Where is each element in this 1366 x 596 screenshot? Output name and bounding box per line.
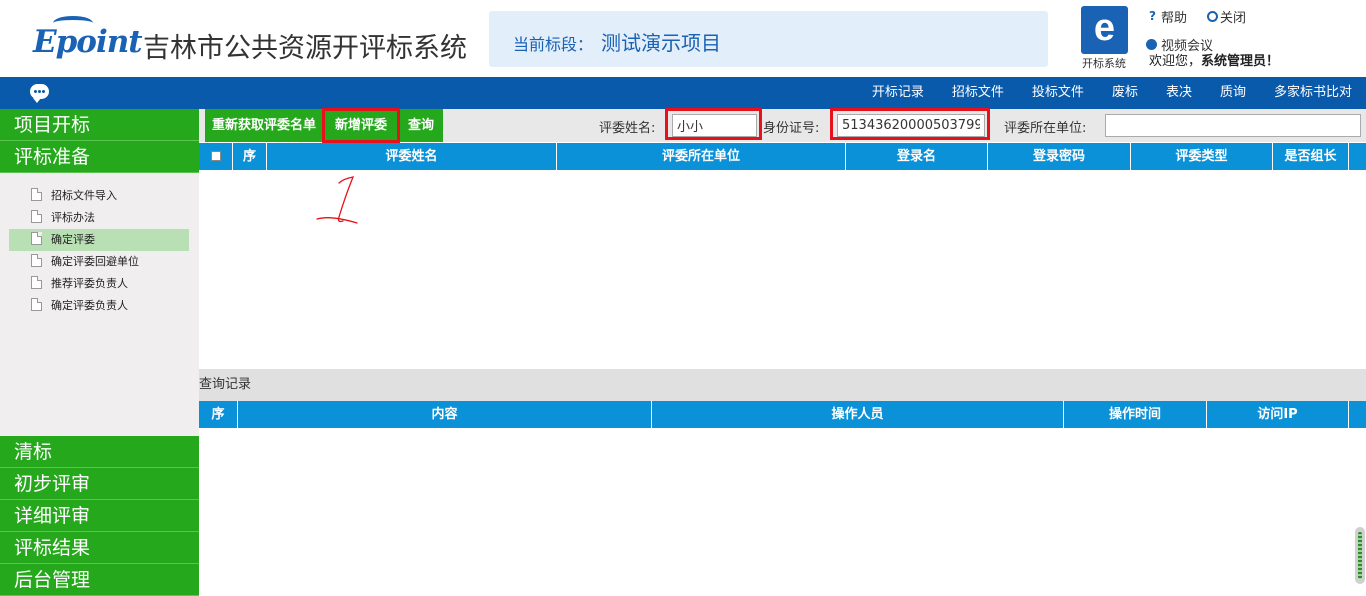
col-spacer (1349, 143, 1366, 170)
app-header: Epoint 吉林市公共资源开评标系统 当前标段： 测试演示项目 e 开标系统 … (0, 0, 1366, 77)
query-records-title: 查询记录 (199, 369, 1366, 401)
chat-icon[interactable] (30, 84, 49, 103)
sidebar-item-avoid-units[interactable]: 确定评委回避单位 (9, 251, 189, 273)
sidebar-item-import-tender-docs[interactable]: 招标文件导入 (9, 185, 189, 207)
select-all-cell (199, 143, 233, 170)
refetch-experts-button[interactable]: 重新获取评委名单 (205, 109, 323, 142)
qr-col-spacer (1349, 401, 1366, 428)
stage-label: 当前标段： (513, 35, 594, 54)
query-button[interactable]: 查询 (399, 109, 443, 142)
col-login-name: 登录名 (846, 143, 988, 170)
current-stage-box: 当前标段： 测试演示项目 (489, 11, 1048, 67)
top-nav-bar: 开标记录 招标文件 投标文件 废标 表决 质询 多家标书比对 (0, 77, 1366, 109)
nav-item-tender-docs[interactable]: 招标文件 (952, 77, 1004, 109)
sidebar-item-label: 确定评委负责人 (51, 299, 128, 312)
welcome-prefix: 欢迎您， (1149, 54, 1202, 69)
welcome-user: 系统管理员！ (1201, 54, 1280, 69)
document-icon (31, 232, 42, 245)
sidebar-item-evaluation-method[interactable]: 评标办法 (9, 207, 189, 229)
epoint-logo: Epoint (33, 16, 143, 62)
col-is-leader: 是否组长 (1273, 143, 1349, 170)
nav-item-vote[interactable]: 表决 (1166, 77, 1192, 109)
query-records-header: 序 内容 操作人员 操作时间 访问IP (199, 401, 1366, 428)
col-index: 序 (233, 143, 267, 170)
document-icon (31, 276, 42, 289)
sidebar-section-detailed-review[interactable]: 详细评审 (0, 500, 199, 532)
id-number-label: 身份证号: (763, 121, 820, 136)
handwritten-annotation-1 (316, 176, 358, 224)
sidebar-bottom-sections: 清标 初步评审 详细评审 评标结果 后台管理 (0, 436, 199, 596)
sidebar-item-label: 推荐评委负责人 (51, 277, 128, 290)
power-icon (1207, 11, 1218, 22)
col-expert-name: 评委姓名 (267, 143, 557, 170)
close-link[interactable]: 关闭 (1207, 7, 1246, 26)
highlight-name-input (665, 108, 762, 140)
sidebar-item-label: 确定评委回避单位 (51, 255, 139, 268)
help-link[interactable]: ? 帮助 (1146, 7, 1188, 27)
sidebar-submenu: 招标文件导入 评标办法 确定评委 确定评委回避单位 推荐评委负责人 确定评委负责… (0, 173, 199, 317)
highlight-add-expert (322, 108, 400, 143)
qr-col-index: 序 (199, 401, 238, 428)
qr-col-operator: 操作人员 (652, 401, 1064, 428)
stage-value: 测试演示项目 (601, 31, 721, 55)
qr-col-visit-ip: 访问IP (1207, 401, 1349, 428)
sidebar-item-label: 确定评委 (51, 233, 95, 246)
qr-col-op-time: 操作时间 (1064, 401, 1207, 428)
document-icon (31, 188, 42, 201)
highlight-id-input (830, 108, 990, 140)
sidebar-item-confirm-leader[interactable]: 确定评委负责人 (9, 295, 189, 317)
experts-grid-header: 序 评委姓名 评委所在单位 登录名 登录密码 评委类型 是否组长 (199, 143, 1366, 170)
welcome-text: 欢迎您，系统管理员！ (1149, 50, 1279, 69)
system-title: 吉林市公共资源开评标系统 (143, 33, 467, 64)
sidebar-section-preliminary-review[interactable]: 初步评审 (0, 468, 199, 500)
expert-unit-label: 评委所在单位: (1004, 121, 1087, 136)
sidebar: 项目开标 评标准备 招标文件导入 评标办法 确定评委 确定评委回避单位 推荐评委… (0, 109, 199, 596)
sidebar-item-recommend-leader[interactable]: 推荐评委负责人 (9, 273, 189, 295)
sidebar-section-evaluation-result[interactable]: 评标结果 (0, 532, 199, 564)
expert-name-label: 评委姓名: (599, 121, 656, 136)
bid-opening-system-button[interactable]: e (1081, 6, 1128, 54)
sidebar-section-clear-bid[interactable]: 清标 (0, 436, 199, 468)
toolbar: 重新获取评委名单 新增评委 查询 评委姓名: 身份证号: 评委所在单位: (199, 108, 1366, 143)
qr-col-content: 内容 (238, 401, 652, 428)
document-icon (31, 254, 42, 267)
document-icon (31, 298, 42, 311)
help-icon: ? (1149, 9, 1156, 23)
col-expert-type: 评委类型 (1131, 143, 1273, 170)
sidebar-section-evaluation-prep[interactable]: 评标准备 (0, 141, 199, 173)
nav-item-bid-opening-record[interactable]: 开标记录 (872, 77, 924, 109)
main-content: 重新获取评委名单 新增评委 查询 评委姓名: 身份证号: 评委所在单位: 序 评… (199, 108, 1366, 594)
sidebar-item-confirm-experts[interactable]: 确定评委 (9, 229, 189, 251)
scrollbar-thumb[interactable] (1355, 527, 1365, 584)
sidebar-item-label: 评标办法 (51, 211, 95, 224)
nav-item-void-bid[interactable]: 废标 (1112, 77, 1138, 109)
col-expert-unit: 评委所在单位 (557, 143, 846, 170)
nav-item-bid-docs[interactable]: 投标文件 (1032, 77, 1084, 109)
help-label: 帮助 (1161, 11, 1188, 26)
sidebar-section-admin[interactable]: 后台管理 (0, 564, 199, 596)
nav-item-inquiry[interactable]: 质询 (1220, 77, 1246, 109)
col-login-password: 登录密码 (988, 143, 1131, 170)
expert-unit-input[interactable] (1105, 114, 1361, 137)
select-all-checkbox[interactable] (210, 150, 221, 161)
video-icon (1146, 39, 1157, 50)
bid-opening-system-label[interactable]: 开标系统 (1078, 55, 1130, 71)
nav-items: 开标记录 招标文件 投标文件 废标 表决 质询 多家标书比对 (844, 77, 1352, 109)
nav-item-bid-compare[interactable]: 多家标书比对 (1274, 77, 1352, 109)
sidebar-item-label: 招标文件导入 (51, 189, 117, 202)
sidebar-section-project-opening[interactable]: 项目开标 (0, 109, 199, 141)
close-label: 关闭 (1220, 11, 1247, 26)
document-icon (31, 210, 42, 223)
logo-text: Epoint (33, 24, 143, 60)
